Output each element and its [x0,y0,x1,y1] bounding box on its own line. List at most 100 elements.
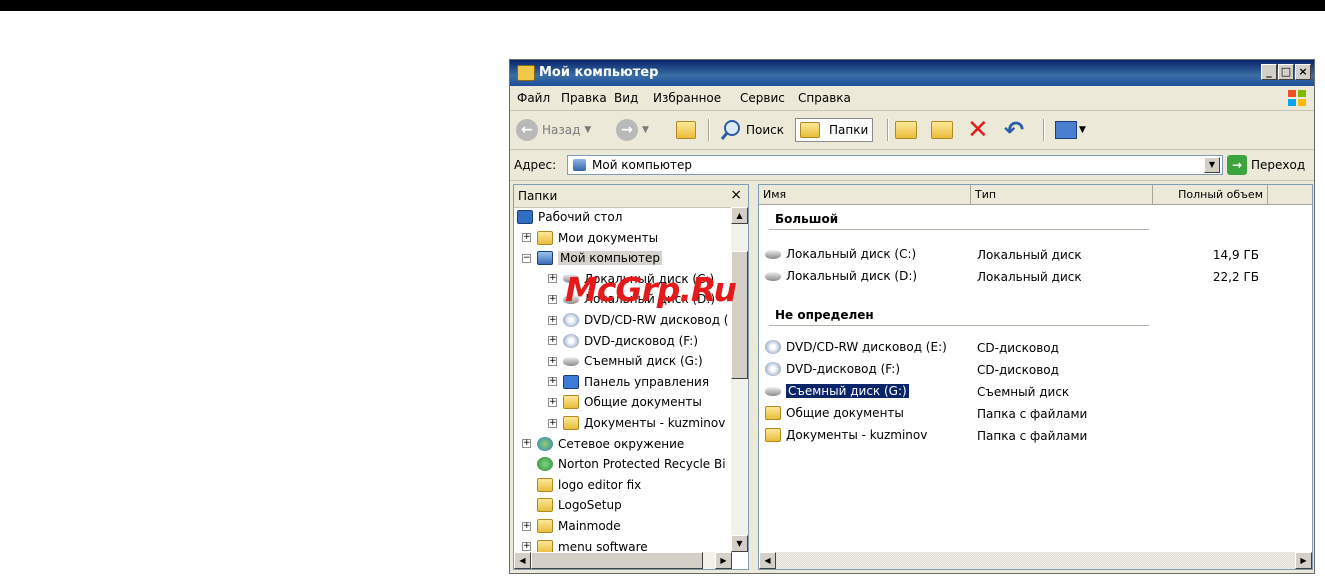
chevron-down-icon: ▼ [1079,125,1086,135]
list-row[interactable]: Съемный диск (G:) Съемный диск [759,382,1312,402]
tree-item[interactable]: + Съемный диск (G:) [548,351,703,371]
column-header-size[interactable]: Полный объем [1153,185,1268,205]
back-arrow-icon: ← [516,119,538,141]
list-row[interactable]: Локальный диск (C:) Локальный диск 14,9 ГБ [759,245,1312,265]
folders-icon [800,122,820,138]
scroll-left-button[interactable]: ◀ [759,552,776,569]
window-title: Мой компьютер [539,65,659,80]
tree-item[interactable]: Norton Protected Recycle Bi [522,454,726,474]
address-field[interactable]: Мой компьютер ▼ [567,155,1223,175]
tree-expander[interactable]: + [522,233,531,243]
views-button[interactable]: ▼ [1055,118,1086,142]
tree-expander[interactable]: + [522,542,531,552]
folder-icon [563,395,579,410]
move-to-icon [895,121,917,139]
menu-file[interactable]: Файл [517,91,550,105]
tree-item[interactable]: + Мои документы [522,228,658,248]
title-bar[interactable]: Мой компьютер _ □ × [510,60,1314,86]
folder-icon [537,477,553,492]
move-to-button[interactable] [895,118,922,142]
list-row[interactable]: DVD/CD-RW дисковод (E:) CD-дисковод [759,338,1312,358]
list-row[interactable]: Локальный диск (D:) Локальный диск 22,2 ГБ [759,267,1312,287]
go-label: Переход [1251,158,1306,172]
tree-item[interactable]: + DVD/CD-RW дисковод ( [548,310,729,330]
up-button[interactable] [676,118,701,142]
tree-item-label: DVD/CD-RW дисковод ( [584,313,729,327]
list-row[interactable]: DVD-дисковод (F:) CD-дисковод [759,360,1312,380]
menu-view[interactable]: Вид [614,91,638,105]
item-name: DVD-дисковод (F:) [786,362,900,376]
maximize-button[interactable]: □ [1278,64,1294,80]
item-size: 14,9 ГБ [1212,248,1259,262]
search-icon [720,120,740,140]
item-name: Документы - kuzminov [786,428,928,442]
tree-item[interactable]: Рабочий стол [517,207,622,227]
tree-expander[interactable]: − [522,253,531,263]
tree-item[interactable]: + menu software [522,537,648,552]
group-title: Большой [775,212,839,226]
tree-expander[interactable]: + [522,439,531,449]
search-button[interactable]: Поиск [720,118,784,142]
address-dropdown-button[interactable]: ▼ [1204,157,1220,173]
list-row[interactable]: Документы - kuzminov Папка с файлами [759,426,1312,446]
scroll-right-button[interactable]: ▶ [715,552,732,569]
tree-expander[interactable]: + [548,377,557,387]
tree-expander[interactable]: + [522,521,531,531]
copy-to-button[interactable] [931,118,958,142]
list-row[interactable]: Общие документы Папка с файлами [759,404,1312,424]
address-label: Адрес: [514,158,557,172]
recycle-icon [537,457,553,472]
menu-edit[interactable]: Правка [561,91,607,105]
go-arrow-icon: → [1227,155,1247,175]
tree-expander[interactable]: + [548,294,557,304]
menu-help[interactable]: Справка [798,91,851,105]
undo-icon[interactable]: ↶ [1004,116,1024,144]
column-header-name[interactable]: Имя [759,185,971,205]
folder-tree: Рабочий стол + Мои документы − Мой компьютер… [514,207,732,552]
address-value: Мой компьютер [592,158,692,172]
tree-item[interactable]: + Mainmode [522,516,621,536]
tree-item-label: Панель управления [584,374,710,389]
tree-expander[interactable]: + [548,418,557,428]
tree-item[interactable]: + Общие документы [548,392,702,412]
tree-item[interactable]: + Панель управления [548,372,709,392]
tree-item[interactable]: − Мой компьютер [522,248,662,268]
column-header-type[interactable]: Тип [971,185,1153,205]
scroll-up-button[interactable]: ▲ [731,207,748,224]
folders-vertical-scrollbar[interactable]: ▲ ▼ [731,207,748,552]
folders-button[interactable]: Папки [795,118,874,142]
close-icon[interactable]: × [730,187,742,203]
forward-arrow-icon: → [616,119,638,141]
menu-favorites[interactable]: Избранное [653,91,721,105]
tree-item[interactable]: + DVD-дисковод (F:) [548,331,698,351]
tree-expander[interactable]: + [548,356,557,366]
list-horizontal-scrollbar[interactable]: ◀ ▶ [759,552,1312,569]
close-button[interactable]: × [1295,64,1311,80]
tree-expander[interactable]: + [548,315,557,325]
tree-item-label: Mainmode [558,519,621,533]
folders-horizontal-scrollbar[interactable]: ◀ ▶ [514,552,732,569]
tree-expander[interactable]: + [548,397,557,407]
tree-item[interactable]: + Сетевое окружение [522,434,684,454]
scroll-right-button[interactable]: ▶ [1295,552,1312,569]
scroll-thumb[interactable] [531,552,703,569]
group-divider [769,325,1149,326]
scroll-left-button[interactable]: ◀ [514,552,531,569]
tree-item[interactable]: logo editor fix [522,475,641,495]
menu-tools[interactable]: Сервис [740,91,785,105]
explorer-window: Мой компьютер _ □ × Файл Правка Вид Избр… [509,59,1315,574]
back-button[interactable]: ← Назад ▼ [516,118,591,142]
scroll-down-button[interactable]: ▼ [731,535,748,552]
file-list: Имя Тип Полный объем ◀ ▶ Большой Локальны… [758,184,1313,570]
minimize-button[interactable]: _ [1261,64,1277,80]
delete-icon[interactable]: ✕ [967,115,989,145]
chevron-down-icon: ▼ [642,125,649,135]
tree-item[interactable]: + Документы - kuzminov [548,413,725,433]
folder-icon [537,519,553,533]
go-button[interactable]: → Переход [1227,154,1305,176]
tree-item-label: menu software [558,539,648,552]
tree-expander[interactable]: + [548,336,557,346]
tree-expander[interactable]: + [548,274,557,284]
forward-button[interactable]: → ▼ [616,118,649,142]
tree-item[interactable]: LogoSetup [522,495,622,515]
